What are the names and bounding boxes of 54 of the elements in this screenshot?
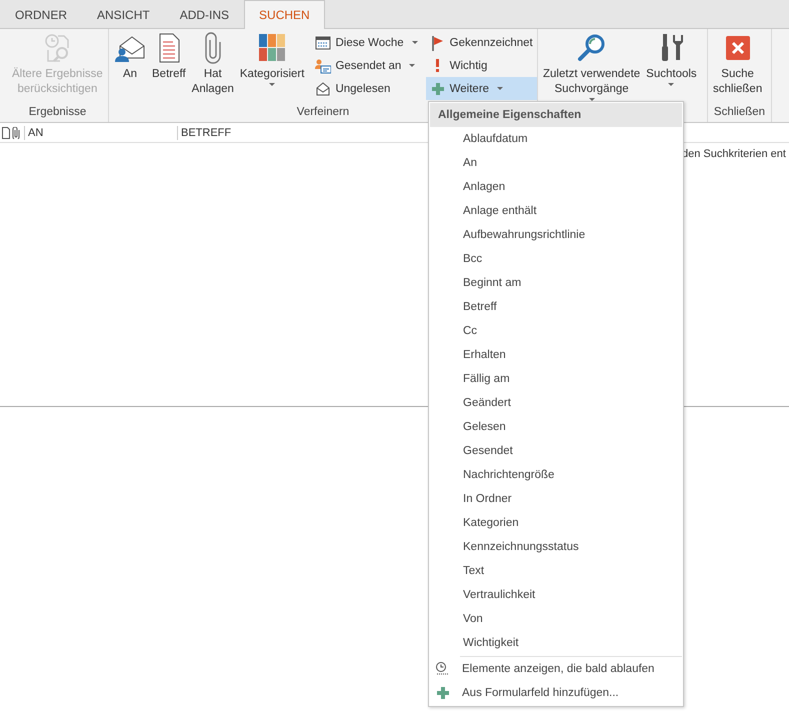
exclamation-icon — [436, 59, 440, 72]
menu-item[interactable]: Erhalten — [430, 343, 682, 367]
menu-item[interactable]: Beginnt am — [430, 271, 682, 295]
ribbon-button[interactable]: Diese Woche — [311, 31, 422, 54]
group-label: Ergebnisse — [28, 105, 86, 120]
menu-item[interactable]: Aus Formularfeld hinzufügen... — [430, 681, 682, 705]
calendar-icon — [315, 34, 332, 50]
menu-item[interactable]: Geändert — [430, 391, 682, 415]
menu-item[interactable]: In Ordner — [430, 487, 682, 511]
menu-header: Allgemeine Eigenschaften — [430, 103, 682, 127]
ribbon-button[interactable]: Gekennzeichnet — [426, 31, 537, 54]
document-icon — [2, 126, 10, 138]
ribbon-button[interactable]: Betreff — [149, 31, 189, 83]
ribbon-button[interactable]: Zuletzt verwendete Suchvorgänge — [540, 31, 644, 103]
menu-item[interactable]: Kennzeichnungsstatus — [430, 535, 682, 559]
close-search-button[interactable]: Suche schließen — [710, 31, 766, 98]
ribbon-button[interactable]: Wichtig — [426, 54, 537, 77]
plus-icon — [435, 685, 451, 701]
paperclip-icon — [12, 126, 20, 138]
group-label: Verfeinern — [296, 105, 350, 120]
menu-item[interactable]: Fällig am — [430, 367, 682, 391]
ribbon-button[interactable]: Hat Anlagen — [188, 31, 237, 98]
ribbon-tab[interactable]: ORDNER — [0, 0, 82, 28]
menu-item[interactable]: Betreff — [430, 295, 682, 319]
menu-item[interactable]: Vertraulichkeit — [430, 583, 682, 607]
person-envelope-icon — [315, 58, 332, 74]
ribbon-button[interactable]: Kategorisiert — [236, 31, 308, 88]
menu-item[interactable]: Kategorien — [430, 511, 682, 535]
clock-icon — [435, 661, 451, 677]
menu-item[interactable]: Cc — [430, 319, 682, 343]
ribbon-button[interactable]: An — [111, 31, 149, 83]
menu-item[interactable]: An — [430, 151, 682, 175]
group-label: Schließen — [714, 105, 766, 120]
menu-item[interactable]: Bcc — [430, 247, 682, 271]
menu-item[interactable]: Von — [430, 607, 682, 631]
column-header[interactable]: AN — [24, 126, 177, 140]
menu-item[interactable]: Aufbewahrungsrichtlinie — [430, 223, 682, 247]
menu-item[interactable]: Anlagen — [430, 175, 682, 199]
ribbon-button[interactable]: Ungelesen — [311, 77, 422, 100]
ribbon-tab[interactable]: SUCHEN — [244, 0, 325, 29]
menu-item[interactable]: Gesendet — [430, 439, 682, 463]
menu-item[interactable]: Elemente anzeigen, die bald ablaufen — [430, 657, 682, 681]
envelope-icon — [315, 80, 332, 96]
ribbon-button[interactable]: Gesendet an — [311, 54, 422, 77]
ribbon-button[interactable]: Weitere — [426, 77, 537, 100]
plus-icon — [430, 80, 446, 96]
menu-item[interactable]: Anlage enthält — [430, 199, 682, 223]
menu-item[interactable]: Gelesen — [430, 415, 682, 439]
ribbon-tab[interactable]: ADD-INS — [164, 0, 244, 28]
menu-item[interactable]: Nachrichtengröße — [430, 463, 682, 487]
menu-item[interactable]: Wichtigkeit — [430, 631, 682, 655]
ribbon-tab[interactable]: ANSICHT — [82, 0, 165, 28]
ribbon-button[interactable]: Suchtools — [643, 31, 700, 88]
menu-item[interactable]: Text — [430, 559, 682, 583]
